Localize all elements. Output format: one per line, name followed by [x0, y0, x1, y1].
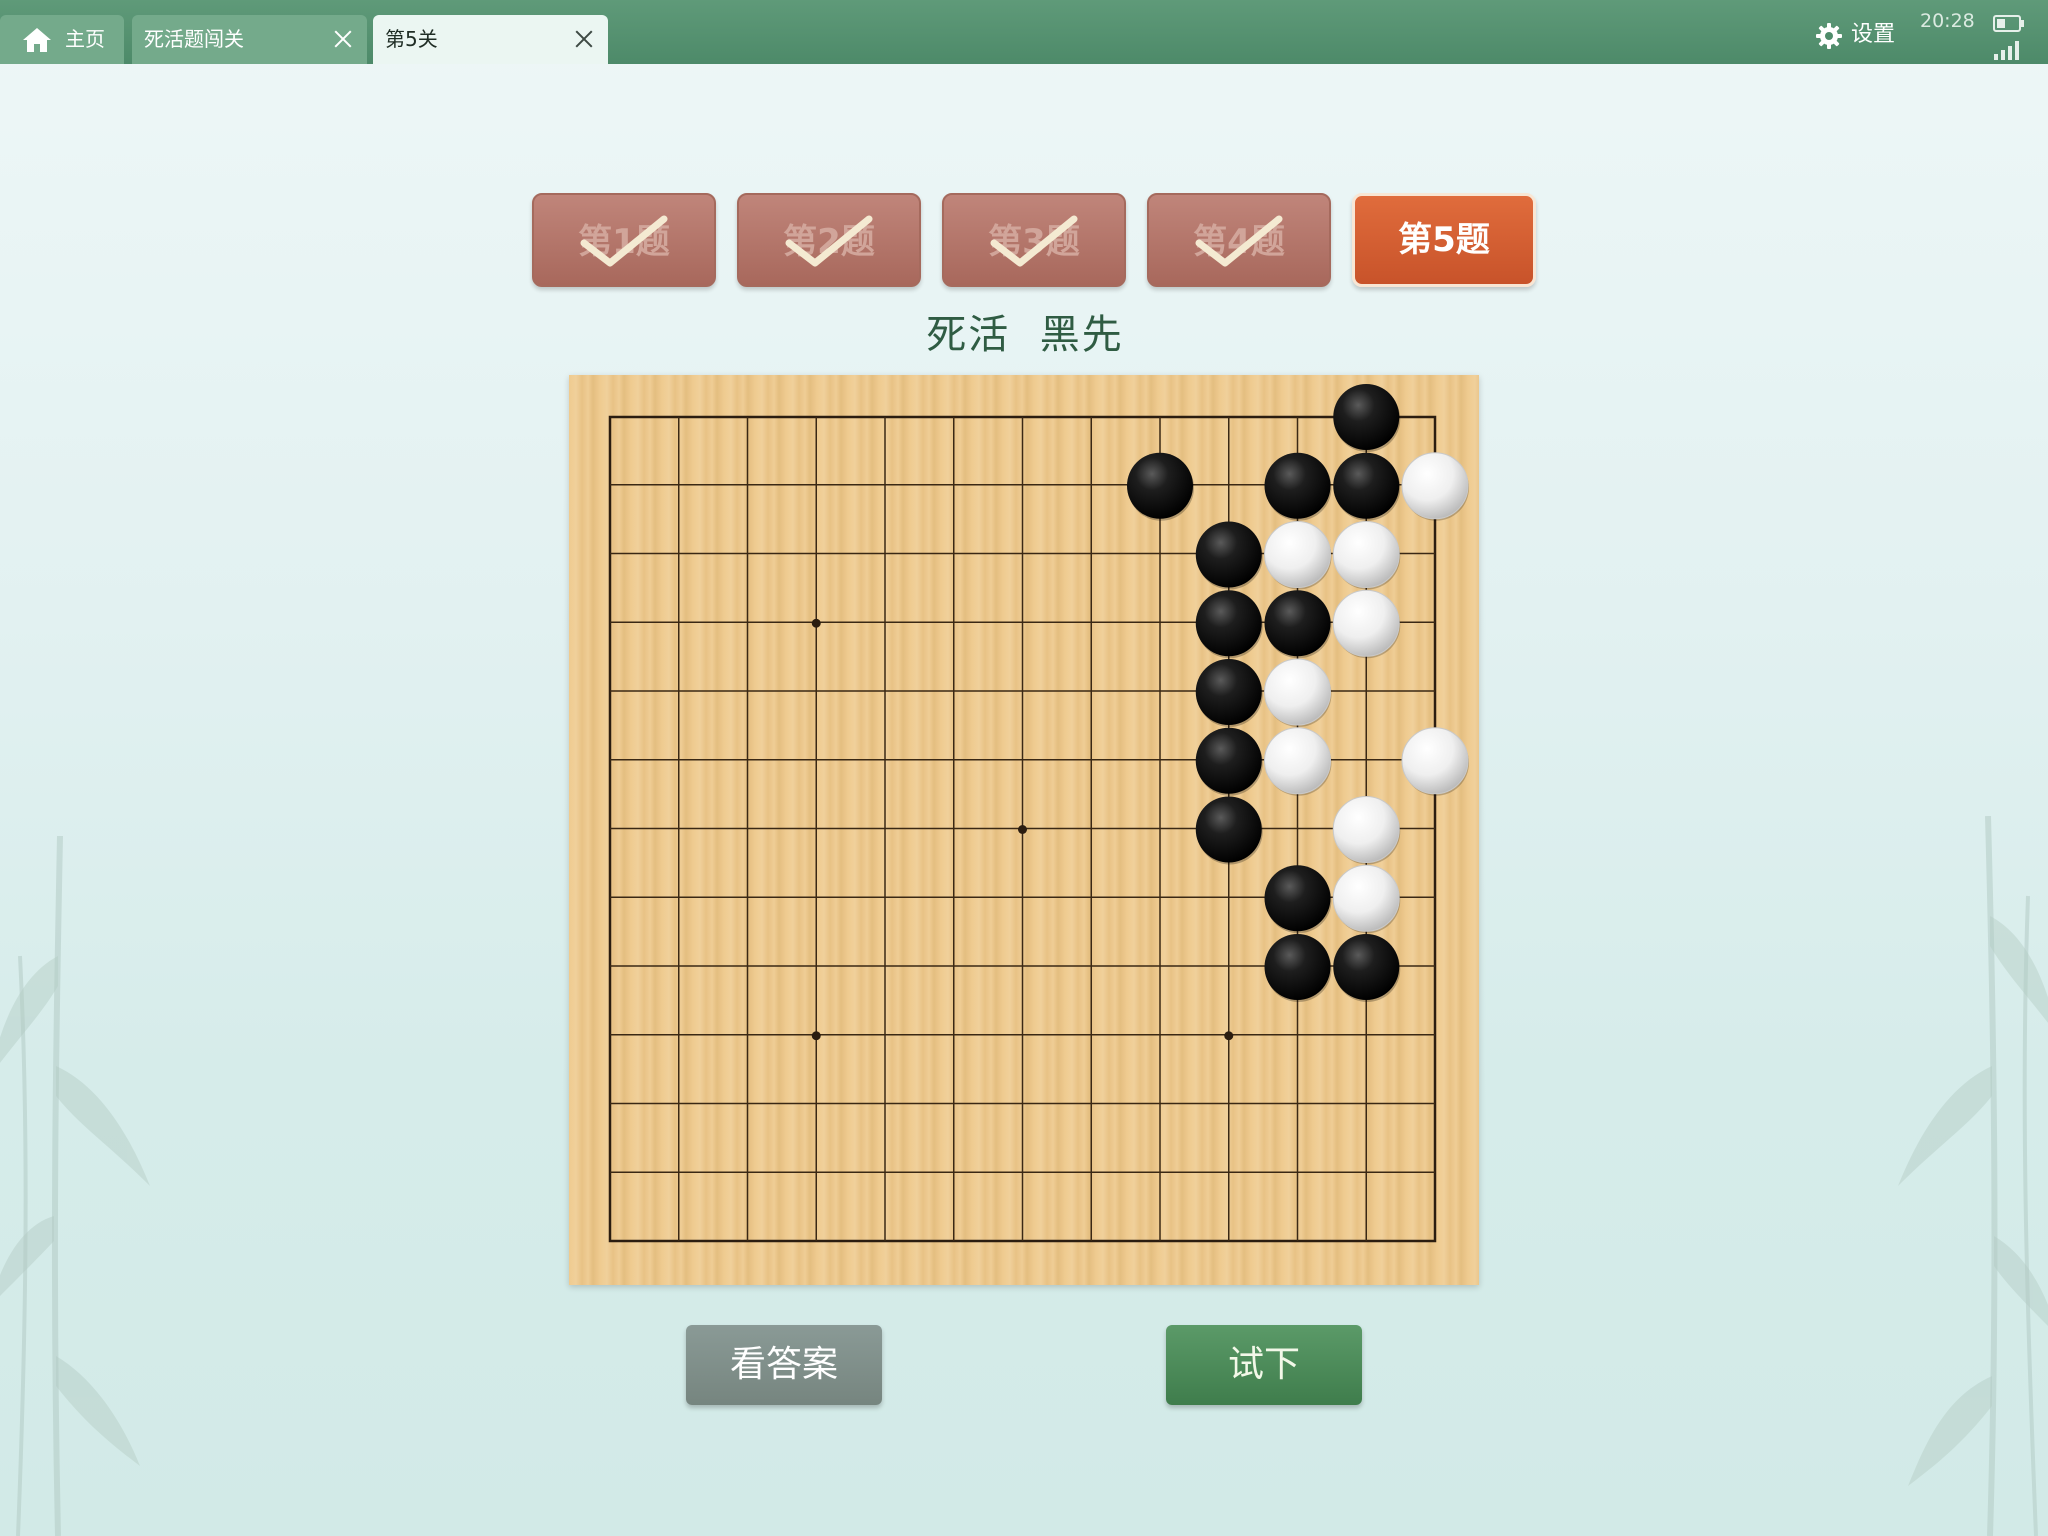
problem-button-2[interactable]: 第2题: [737, 193, 921, 287]
white-stone: [1332, 864, 1400, 932]
signal-icon: [1994, 41, 2019, 60]
problem-label: 第5题: [1398, 220, 1490, 260]
tab-home[interactable]: 主页: [0, 15, 124, 64]
checkmark-icon: [1195, 215, 1283, 267]
home-icon: [23, 28, 51, 52]
white-stone: [1332, 589, 1400, 657]
black-stone: [1127, 452, 1193, 519]
gear-icon: [1816, 23, 1842, 49]
view-answer-button[interactable]: 看答案: [686, 1325, 882, 1405]
try-move-button[interactable]: 试下: [1166, 1325, 1362, 1405]
black-stone: [1195, 727, 1262, 794]
white-stone: [1264, 727, 1331, 795]
tab-deadlive-label: 死活题闯关: [144, 27, 244, 51]
tab-level-label: 第5关: [385, 27, 438, 51]
checkmark-icon: [990, 215, 1078, 267]
white-stone: [1401, 452, 1469, 520]
black-stone: [1264, 590, 1331, 657]
checkmark-icon: [785, 215, 873, 267]
black-stone: [1264, 452, 1331, 519]
star-point: [811, 1031, 821, 1041]
black-stone: [1333, 934, 1400, 1000]
star-point: [1018, 825, 1027, 834]
close-icon[interactable]: [333, 29, 353, 49]
black-stone: [1195, 521, 1262, 588]
clock-time: 20:28: [1920, 10, 1975, 32]
top-tab-bar: 主页 死活题闯关 第5关 设置 20:28: [0, 0, 2048, 64]
close-icon[interactable]: [574, 29, 594, 49]
black-stone: [1333, 452, 1400, 519]
white-stone: [1264, 658, 1331, 726]
tab-home-label: 主页: [65, 27, 105, 51]
go-board[interactable]: [569, 375, 1479, 1285]
settings-label: 设置: [1851, 22, 1896, 47]
problem-button-5[interactable]: 第5题: [1352, 193, 1536, 287]
white-stone: [1401, 727, 1469, 795]
black-stone: [1264, 934, 1331, 1000]
white-stone: [1332, 521, 1400, 588]
star-point: [1224, 1031, 1234, 1041]
bamboo-right-decoration: [1898, 816, 2048, 1536]
tab-level-5[interactable]: 第5关: [373, 15, 608, 64]
black-stone: [1195, 659, 1262, 725]
checkmark-icon: [580, 215, 668, 267]
problem-button-4[interactable]: 第4题: [1147, 193, 1331, 287]
bamboo-left-decoration: [0, 836, 150, 1536]
problem-button-3[interactable]: 第3题: [942, 193, 1126, 287]
black-stone: [1264, 865, 1331, 932]
black-stone: [1333, 384, 1400, 450]
star-point: [811, 618, 821, 628]
black-stone: [1195, 590, 1262, 657]
tab-deadlive-challenge[interactable]: 死活题闯关: [132, 15, 367, 64]
problem-title: 死活 黑先: [926, 312, 1124, 358]
white-stone: [1332, 796, 1400, 863]
black-stone: [1195, 796, 1262, 863]
problem-button-1[interactable]: 第1题: [532, 193, 716, 287]
battery-icon: [1993, 15, 2024, 32]
white-stone: [1264, 521, 1331, 588]
